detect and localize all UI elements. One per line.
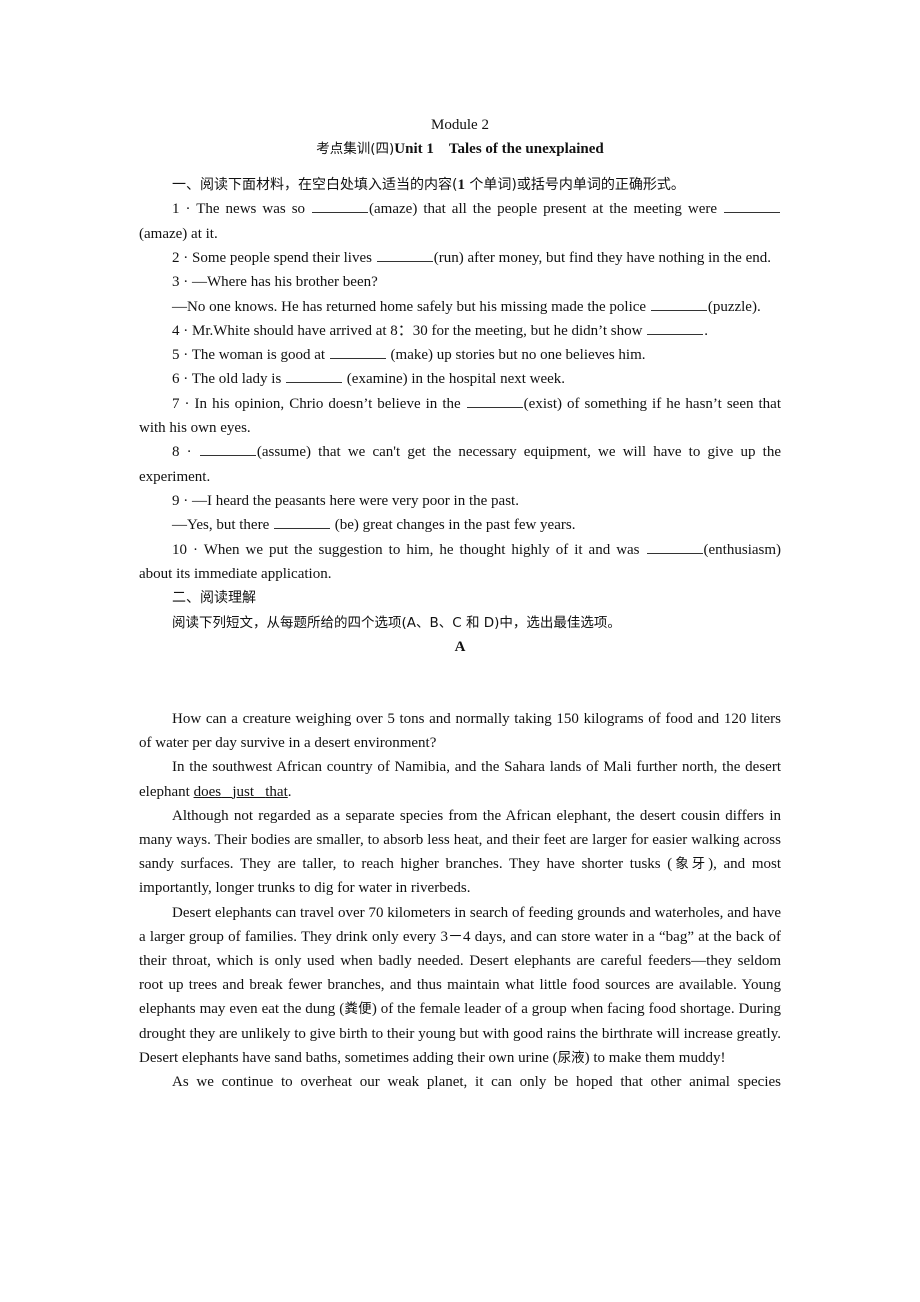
passage-paragraph-5: As we continue to overheat our weak plan… — [172, 1074, 781, 1091]
question-10: 10 · When we put the suggestion to him, … — [139, 538, 781, 587]
subtitle-title: Tales of the unexplained — [448, 141, 604, 157]
answer-blank[interactable] — [724, 198, 781, 214]
subtitle-spacer — [434, 141, 449, 157]
question-3-line-1: 3 · —Where has his brother been? — [172, 274, 378, 291]
answer-blank[interactable] — [647, 320, 704, 335]
unit-subtitle: 考点集训(四)Unit 1 Tales of the unexplained — [139, 137, 781, 161]
answer-blank[interactable] — [273, 514, 330, 530]
module-title: Module 2 — [431, 117, 489, 133]
subtitle-unit: Unit 1 — [394, 141, 434, 157]
section1-heading: 一、阅读下面材料，在空白处填入适当的内容(1 个单词)或括号内单词的正确形式。 — [172, 177, 685, 193]
question-4: 4 · Mr.White should have arrived at 8：30… — [139, 319, 781, 343]
question-9-line-2: —Yes, but there (be) great changes in th… — [139, 513, 781, 537]
answer-blank[interactable] — [312, 198, 369, 214]
section2-heading: 二、阅读理解 — [172, 590, 256, 607]
section2-instruction: 阅读下列短文，从每题所给的四个选项(A、B、C 和 D)中，选出最佳选项。 — [172, 614, 621, 631]
underlined-phrase: does just that — [193, 783, 288, 800]
question-3-line-2: —No one knows. He has returned home safe… — [139, 295, 781, 319]
answer-blank[interactable] — [646, 539, 703, 554]
subtitle-cn: 考点集训(四) — [316, 141, 395, 157]
question-8: 8 · (assume) that we can't get the neces… — [139, 440, 781, 489]
question-7: 7 · In his opinion, Chrio doesn’t believ… — [139, 392, 781, 441]
question-9-line-1: 9 · —I heard the peasants here were very… — [172, 492, 519, 509]
passage-paragraph-1: How can a creature weighing over 5 tons … — [139, 710, 781, 752]
passage-label: A — [454, 638, 466, 655]
passage-paragraph-2: In the southwest African country of Nami… — [139, 759, 781, 800]
passage-paragraph-4: Desert elephants can travel over 70 kilo… — [139, 904, 782, 1066]
passage-paragraph-3: Although not regarded as a separate spec… — [139, 807, 781, 897]
answer-blank[interactable] — [199, 441, 256, 457]
question-6: 6 · The old lady is (examine) in the hos… — [139, 367, 781, 391]
answer-blank[interactable] — [286, 368, 343, 384]
question-2: 2 · Some people spend their lives (run) … — [139, 246, 781, 270]
answer-blank[interactable] — [376, 247, 433, 262]
question-5: 5 · The woman is good at (make) up stori… — [139, 343, 781, 367]
reading-passage: How can a creature weighing over 5 tons … — [139, 707, 781, 1094]
answer-blank[interactable] — [329, 344, 386, 360]
answer-blank[interactable] — [466, 393, 523, 408]
question-1: 1 · The news was so (amaze) that all the… — [139, 197, 781, 246]
document-page: Module 2 考点集训(四)Unit 1 Tales of the unex… — [139, 113, 781, 1094]
answer-blank[interactable] — [650, 296, 707, 311]
